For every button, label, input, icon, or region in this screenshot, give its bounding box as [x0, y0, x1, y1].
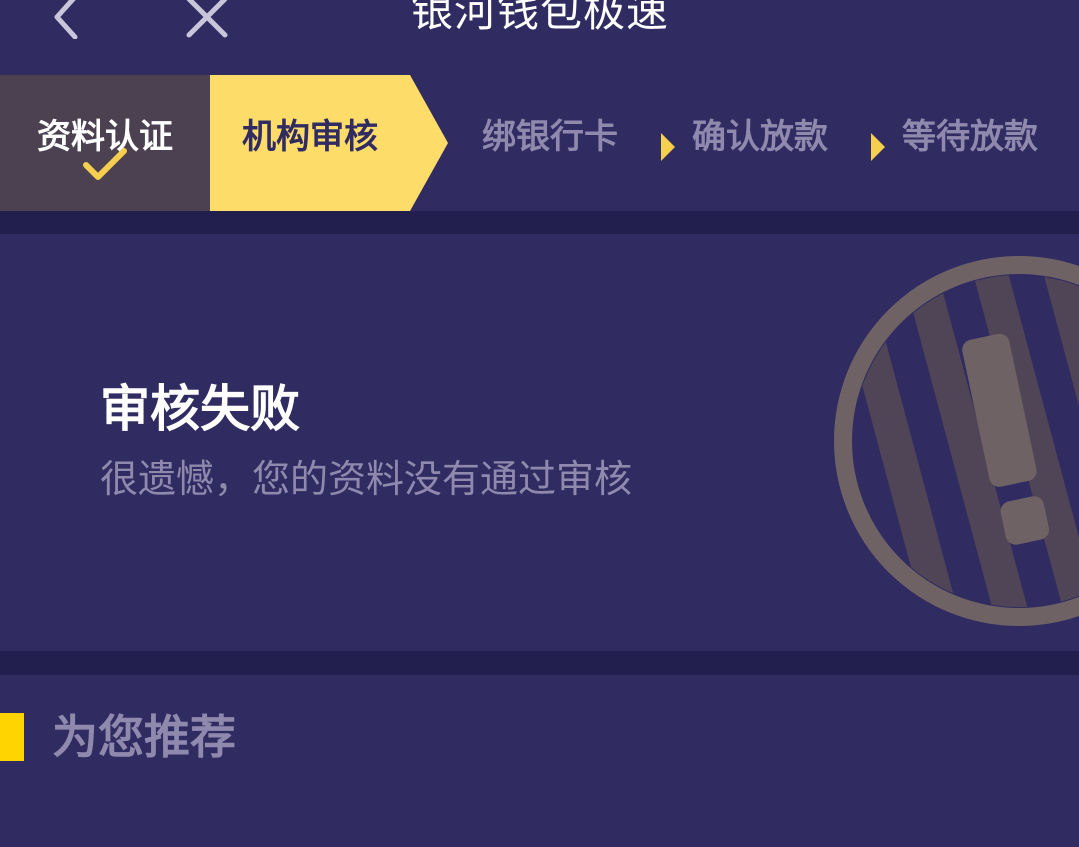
- close-icon: [186, 0, 228, 38]
- top-nav-bar: 银河钱包极速: [0, 0, 1079, 75]
- back-button[interactable]: [40, 0, 90, 42]
- page-title: 银河钱包极速: [410, 0, 669, 36]
- exclamation-stamp-icon: [834, 256, 1079, 626]
- app-screen: 银河钱包极速 资料认证 机构审核 绑银行卡 确认放款 等待放款 审核失败 很遗憾…: [0, 0, 1079, 847]
- step-separator-arrow: [871, 133, 885, 161]
- section-divider: [0, 651, 1079, 675]
- section-divider: [0, 211, 1079, 235]
- close-button[interactable]: [180, 0, 234, 44]
- checkmark-icon: [83, 148, 127, 180]
- step-institution-review: 机构审核: [210, 75, 450, 211]
- step-separator-arrow: [661, 133, 675, 161]
- recommend-section: 为您推荐: [0, 675, 1079, 847]
- review-status-card: 审核失败 很遗憾，您的资料没有通过审核: [0, 234, 1079, 651]
- chevron-left-icon: [54, 0, 78, 39]
- step-bind-bank-card: 绑银行卡: [482, 117, 618, 157]
- status-description: 很遗憾，您的资料没有通过审核: [100, 457, 633, 501]
- step-label: 机构审核: [242, 117, 378, 157]
- step-data-verification: 资料认证: [0, 75, 210, 211]
- step-confirm-loan: 确认放款: [692, 117, 828, 157]
- section-accent-bar: [0, 713, 24, 761]
- step-await-loan: 等待放款: [902, 117, 1038, 157]
- recommend-title: 为您推荐: [52, 710, 236, 764]
- status-title: 审核失败: [100, 380, 300, 438]
- progress-steps: 资料认证 机构审核 绑银行卡 确认放款 等待放款: [0, 75, 1079, 211]
